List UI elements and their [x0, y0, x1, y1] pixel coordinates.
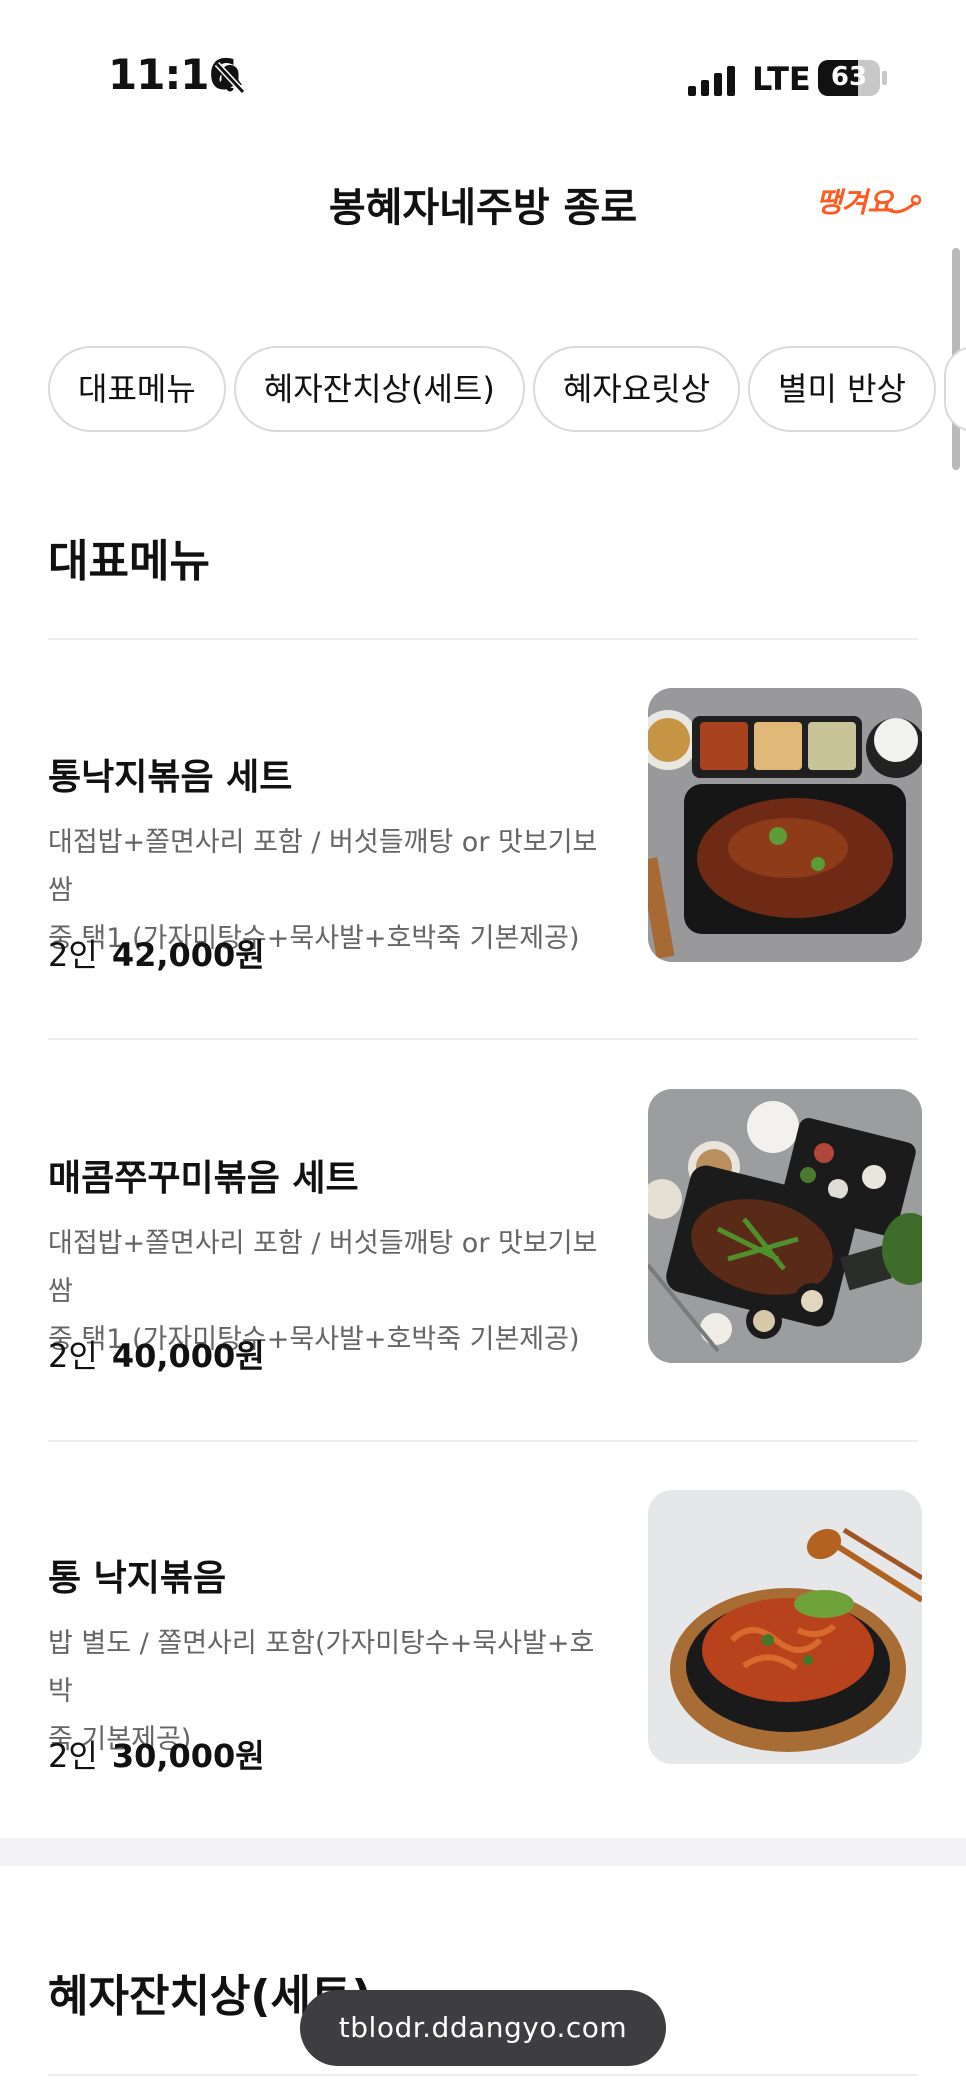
section-title: 대표메뉴 [48, 536, 210, 587]
divider [48, 2074, 918, 2076]
menu-item-name: 통낙지볶음 세트 [48, 757, 293, 798]
menu-item-price: 2인 42,000원 [48, 930, 265, 976]
menu-item-name: 통 낙지볶음 [48, 1558, 227, 1599]
category-tabs: 대표메뉴혜자잔치상(세트)혜자요릿상별미 반상​ [48, 346, 966, 434]
price-amount: 42,000원 [111, 936, 265, 974]
divider [48, 1440, 918, 1442]
svg-text:땡겨요: 땡겨요 [816, 186, 896, 219]
serving-size: 2인 [48, 1337, 98, 1375]
description-line: 밥 별도 / 쫄면사리 포함(가자미탕수+묵사발+호박 [48, 1628, 595, 1707]
serving-size: 2인 [48, 1737, 98, 1775]
tab-more[interactable]: ​ [943, 346, 966, 432]
tab-special-meal[interactable]: 별미 반상 [748, 346, 936, 432]
tab-feast-set[interactable]: 혜자잔치상(세트) [233, 346, 525, 432]
price-amount: 40,000원 [111, 1337, 265, 1375]
url-bar[interactable]: tblodr.ddangyo.com [300, 1990, 666, 2066]
menu-item-name: 매콤쭈꾸미볶음 세트 [48, 1158, 359, 1199]
octopus-stirfry-set-photo[interactable] [648, 688, 922, 962]
tab-representative-menu[interactable]: 대표메뉴 [48, 346, 226, 432]
menu-item-price: 2인 40,000원 [48, 1331, 265, 1377]
divider [48, 638, 918, 640]
tab-dishes[interactable]: 혜자요릿상 [532, 346, 741, 432]
divider [48, 1038, 918, 1040]
battery-icon: 63 [818, 60, 887, 96]
battery-level: 63 [830, 62, 868, 92]
description-line: 대접밥+쫄면사리 포함 / 버섯들깨탕 or 맛보기보쌈 [48, 1228, 598, 1307]
network-type: LTE [752, 60, 811, 98]
section-separator [0, 1838, 966, 1866]
price-amount: 30,000원 [111, 1737, 265, 1775]
spicy-webfoot-octopus-set-photo[interactable] [648, 1089, 922, 1363]
octopus-stirfry-bowl-photo[interactable] [648, 1490, 922, 1764]
ddangyo-logo-icon[interactable]: 땡겨요 [812, 178, 922, 226]
description-line: 대접밥+쫄면사리 포함 / 버섯들깨탕 or 맛보기보쌈 [48, 827, 598, 906]
bell-muted-icon [214, 61, 246, 95]
serving-size: 2인 [48, 936, 98, 974]
cellular-signal-icon [688, 66, 735, 96]
status-bar: 11:16 LTE 63 [0, 0, 966, 150]
menu-item-price: 2인 30,000원 [48, 1731, 265, 1777]
